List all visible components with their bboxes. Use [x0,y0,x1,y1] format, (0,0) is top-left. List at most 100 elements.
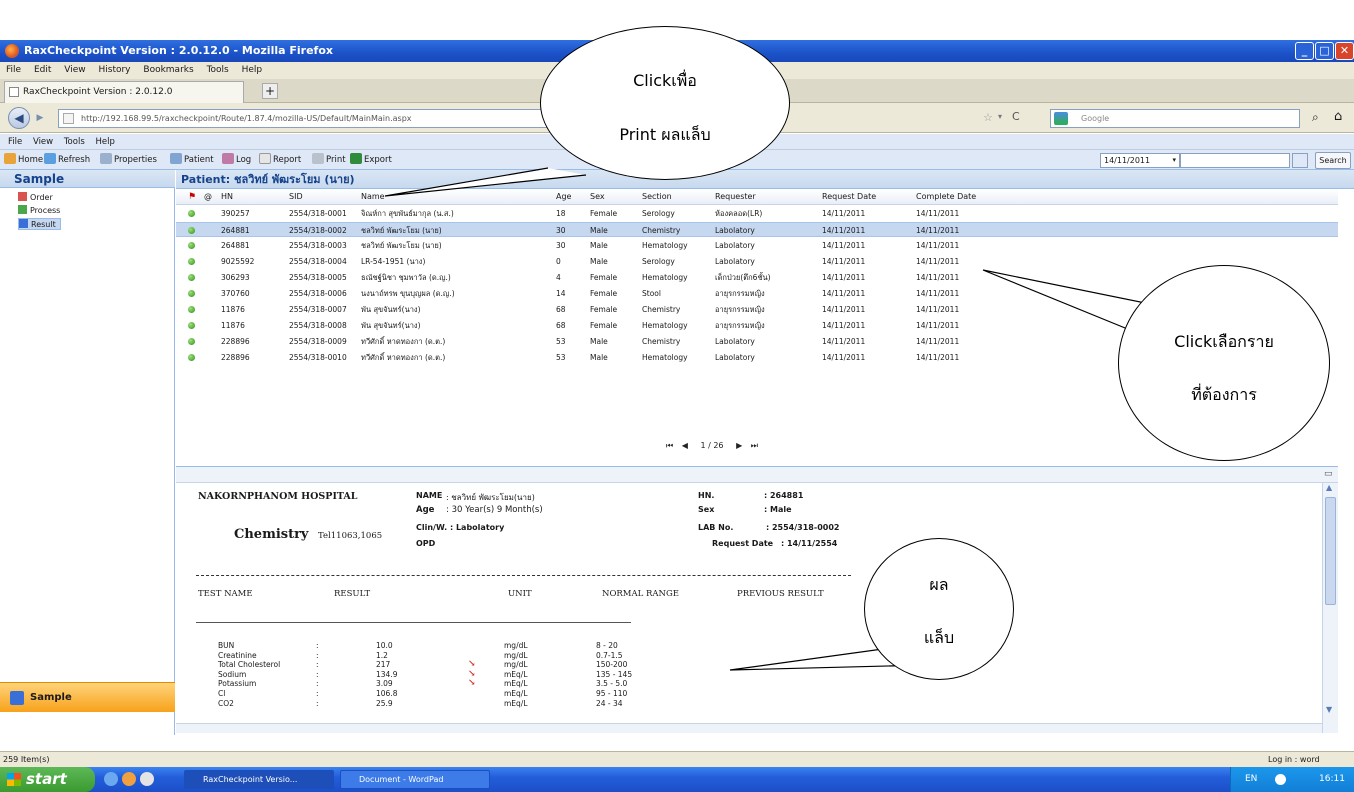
hdr-result: RESULT [334,589,371,599]
table-cell: 14/11/2011 [822,289,866,298]
col-complete-date[interactable]: Complete Date [916,189,976,205]
scroll-up-icon[interactable]: ▲ [1326,483,1332,492]
sidebar-item-order[interactable]: Order [18,192,53,202]
forward-button[interactable]: ▶ [32,111,48,125]
horizontal-scrollbar[interactable] [176,723,1322,733]
status-dot-icon [188,227,195,234]
col-age[interactable]: Age [556,189,571,205]
windows-logo-icon [7,773,21,786]
col-sex[interactable]: Sex [590,189,605,205]
home-icon [4,153,16,164]
last-page-icon[interactable]: ⏭ [751,441,758,450]
app-quicklaunch-icon[interactable] [140,772,154,786]
result-callout: ผล แล็บ [864,538,1014,680]
test-cell: : [316,698,319,708]
bookmark-star-icon[interactable]: ☆ [983,111,993,124]
new-tab-button[interactable]: + [262,83,278,99]
first-page-icon[interactable]: ⏮ [666,441,673,450]
col-section[interactable]: Section [642,189,672,205]
menu-help[interactable]: Help [242,65,263,75]
start-button[interactable]: start [0,767,95,792]
menu-edit[interactable]: Edit [34,65,51,75]
url-text: http://192.168.99.5/raxcheckpoint/Route/… [81,114,412,123]
table-cell: 14/11/2011 [916,305,960,314]
col-name[interactable]: Name [361,189,385,205]
col-sid[interactable]: SID [289,189,303,205]
table-cell: ทวีศักดิ์ หาดทองกา (ด.ต.) [361,337,446,346]
export-button[interactable]: Export [350,150,392,170]
col-requester[interactable]: Requester [715,189,756,205]
search-input[interactable]: Google [1050,109,1300,128]
table-row[interactable]: 9025592 2554/318-0004 LR-54-1951 (นาง) 0 Mal… [176,254,1338,269]
task-wordpad[interactable]: Document - WordPad [340,770,490,789]
calendar-icon[interactable] [1292,153,1308,168]
prev-page-icon[interactable]: ◀ [682,441,688,450]
collapse-icon[interactable]: ▭ [1324,469,1333,479]
close-button[interactable]: ✕ [1335,42,1354,60]
app-menu-tools[interactable]: Tools [64,137,85,147]
minimize-button[interactable]: _ [1295,42,1314,60]
properties-button[interactable]: Properties [100,150,157,170]
table-cell: Serology [642,257,675,266]
menu-history[interactable]: History [98,65,130,75]
app-menu-help[interactable]: Help [95,137,114,147]
home-icon[interactable]: ⌂ [1334,109,1342,124]
url-bar[interactable]: http://192.168.99.5/raxcheckpoint/Route/… [58,109,578,128]
language-indicator[interactable]: EN [1245,767,1257,792]
report-button[interactable]: Report [259,150,301,170]
report-underline [196,622,631,623]
table-row[interactable]: 264881 2554/318-0003 ชลวิทย์ พัฒระโยม (นาย… [176,238,1338,253]
attachment-icon: @ [204,192,212,201]
table-row[interactable]: 264881 2554/318-0002 ชลวิทย์ พัฒระโยม (นาย… [176,222,1338,237]
search-button[interactable]: Search [1315,152,1351,169]
process-icon [18,205,27,214]
sidebar-item-process[interactable]: Process [18,205,60,215]
taskbar: start RaxCheckpoint Versio... Document -… [0,767,1354,792]
home-button[interactable]: Home [4,150,43,170]
app-menu-file[interactable]: File [8,137,22,147]
reload-icon[interactable]: C [1012,110,1020,123]
print-callout: Clickเพื่อ Print ผลแล็บ [540,26,790,180]
date-field[interactable]: 14/11/2011 ▾ [1100,153,1180,168]
patient-button[interactable]: Patient [170,150,214,170]
sidebar-footer[interactable]: Sample [0,682,175,712]
maximize-button[interactable]: □ [1315,42,1334,60]
table-cell: อายุรกรรมหญิง [715,289,765,298]
test-cell: CO2 [218,698,234,708]
browser-tab[interactable]: RaxCheckpoint Version : 2.0.12.0 [4,81,244,103]
table-cell: จิณห์กา สุขพันธ์มากุล (น.ส.) [361,209,454,218]
sex-value: : Male [764,505,792,514]
table-cell: Female [590,209,618,218]
col-hn[interactable]: HN [221,189,233,205]
lab-label: LAB No. [698,523,734,532]
table-row[interactable]: 390257 2554/318-0001 จิณห์กา สุขพันธ์มากุล… [176,206,1338,221]
table-cell: 14/11/2011 [822,226,866,235]
table-cell: 228896 [221,353,250,362]
login-status: Log in : word [1268,755,1320,764]
next-page-icon[interactable]: ▶ [736,441,742,450]
app-menu-view[interactable]: View [33,137,53,147]
back-button[interactable]: ◀ [8,107,30,129]
test-cell: Potassium [218,679,257,689]
ie-icon[interactable] [104,772,118,786]
scroll-thumb[interactable] [1325,497,1336,605]
sidebar-item-result[interactable]: Result [18,218,61,230]
menu-bookmarks[interactable]: Bookmarks [143,65,193,75]
dropdown-arrow-icon[interactable]: ▾ [998,112,1002,121]
menu-file[interactable]: File [6,65,21,75]
search-icon[interactable]: ⌕ [1312,110,1319,125]
menu-view[interactable]: View [64,65,85,75]
firefox-quicklaunch-icon[interactable] [122,772,136,786]
table-cell: Female [590,305,618,314]
menu-tools[interactable]: Tools [207,65,229,75]
google-icon [1054,112,1068,125]
task-raxcheckpoint[interactable]: RaxCheckpoint Versio... [184,770,334,789]
scroll-down-icon[interactable]: ▼ [1326,705,1332,714]
refresh-button[interactable]: Refresh [44,150,90,170]
vertical-scrollbar[interactable]: ▲ ▼ [1322,483,1338,733]
print-button[interactable]: Print [312,150,346,170]
tray-icon[interactable] [1275,774,1286,785]
date-end-field[interactable] [1180,153,1290,168]
log-button[interactable]: Log [222,150,251,170]
col-request-date[interactable]: Request Date [822,189,876,205]
